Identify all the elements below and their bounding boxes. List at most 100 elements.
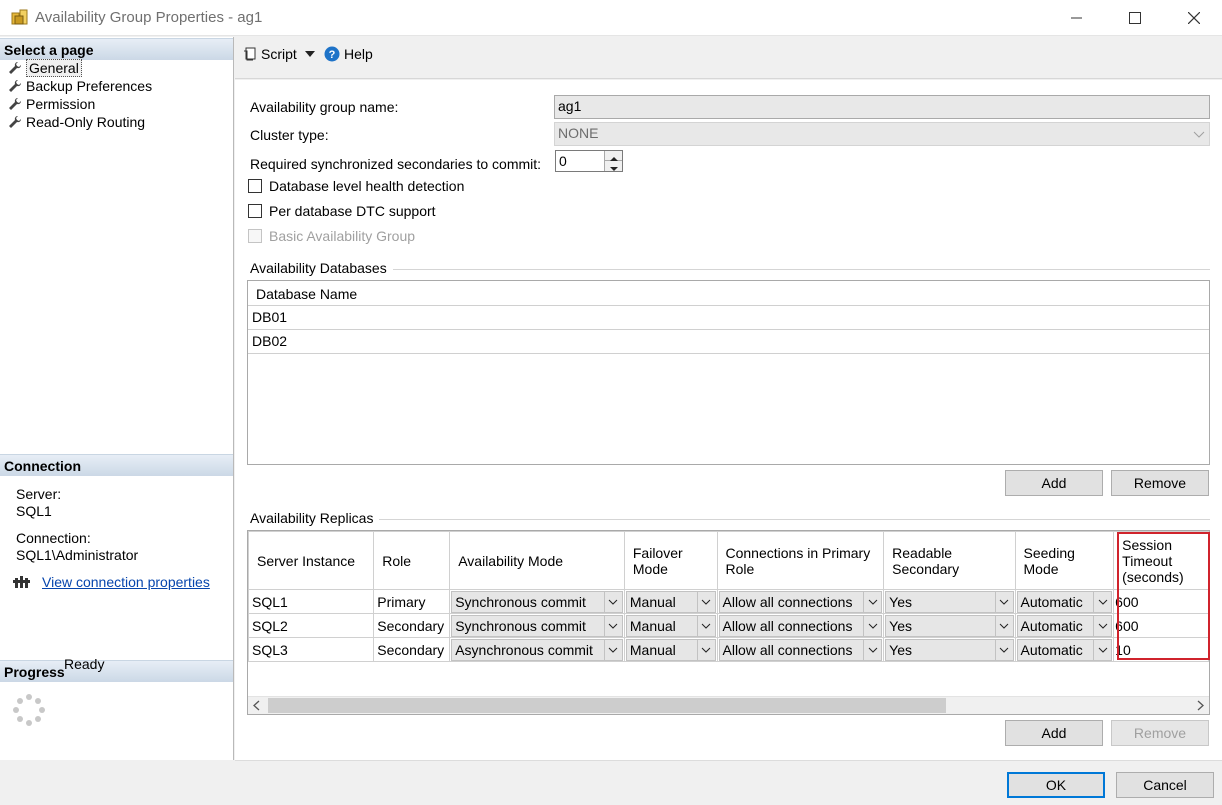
required-sync-value: 0 [559,153,567,169]
basic-ag-checkbox[interactable] [248,229,262,243]
add-replica-button[interactable]: Add [1005,720,1103,746]
server-value: SQL1 [16,503,52,519]
svg-text:?: ? [329,49,336,61]
db-health-checkbox[interactable] [248,179,262,193]
select-page-header: Select a page [0,38,233,60]
view-connection-properties-link[interactable]: View connection properties [42,574,210,590]
cell-readable-secondary[interactable]: Yes [883,637,1016,662]
cell-readable-secondary[interactable]: Yes [883,589,1016,614]
cell-failover-mode[interactable]: Manual [623,613,718,638]
cell-server: SQL1 [248,589,375,614]
page-item-backup-preferences[interactable]: Backup Preferences [8,77,152,95]
header-server-instance[interactable]: Server Instance [248,531,375,590]
app-icon [11,9,28,25]
scroll-left-icon [253,700,260,711]
database-row-db02[interactable]: DB02 [248,330,1209,354]
connection-header: Connection [0,454,233,476]
header-failover-mode[interactable]: Failover Mode [623,531,718,590]
help-button[interactable]: ? Help [324,45,373,63]
header-seeding-mode[interactable]: Seeding Mode [1014,531,1115,590]
cell-connections-primary[interactable]: Allow all connections [716,637,885,662]
cell-readable-secondary[interactable]: Yes [883,613,1016,638]
page-item-permission[interactable]: Permission [8,95,95,113]
scroll-right-icon [1197,700,1204,711]
cell-availability-mode[interactable]: Asynchronous commit [449,637,625,662]
cell-session-timeout[interactable]: 10 [1113,637,1209,662]
wrench-icon [9,97,22,110]
help-icon: ? [324,46,340,62]
header-role[interactable]: Role [373,531,451,590]
cell-failover-mode[interactable]: Manual [623,589,718,614]
cell-connections-primary[interactable]: Allow all connections [716,613,885,638]
database-row-db01[interactable]: DB01 [248,306,1209,330]
cell-session-timeout[interactable]: 600 [1113,589,1209,614]
dtc-label: Per database DTC support [269,203,436,219]
cell-role: Secondary [373,613,451,638]
failover-mode-value: Manual [629,617,676,634]
cell-seeding-mode[interactable]: Automatic [1014,613,1115,638]
chevron-down-icon [696,639,715,660]
script-button[interactable]: Script [243,45,315,63]
failover-mode-value: Manual [629,593,676,610]
cell-availability-mode[interactable]: Synchronous commit [449,613,625,638]
chevron-down-icon [994,591,1013,612]
chevron-down-icon [994,639,1013,660]
table-row[interactable]: SQL1 Primary Synchronous commit Manual A… [248,589,1209,614]
readable-secondary-value: Yes [889,593,912,610]
replicas-group-title: Availability Replicas [250,510,380,526]
remove-database-button[interactable]: Remove [1111,470,1209,496]
window-title: Availability Group Properties - ag1 [35,9,263,26]
seeding-mode-value: Automatic [1020,617,1083,634]
chevron-down-icon [1093,615,1112,636]
close-button[interactable] [1166,0,1222,36]
stepper-up-button[interactable] [604,151,622,161]
horizontal-scrollbar[interactable] [248,696,1209,714]
cell-seeding-mode[interactable]: Automatic [1014,589,1115,614]
cell-connections-primary[interactable]: Allow all connections [716,589,885,614]
toolbar: Script ? Help [235,37,1222,79]
dtc-checkbox[interactable] [248,204,262,218]
script-label: Script [261,46,297,62]
connection-value: SQL1\Administrator [16,547,139,563]
page-item-general[interactable]: General [8,59,82,77]
remove-replica-button[interactable]: Remove [1111,720,1209,746]
header-availability-mode[interactable]: Availability Mode [449,531,625,590]
cell-server: SQL3 [248,637,375,662]
maximize-button[interactable] [1107,0,1163,36]
connection-properties-icon [13,576,30,588]
help-label: Help [344,46,373,62]
replicas-grid: Server Instance Role Availability Mode F… [247,530,1210,715]
databases-group-line [250,269,1210,270]
add-database-button[interactable]: Add [1005,470,1103,496]
maximize-icon [1129,12,1141,24]
script-icon [244,47,256,61]
required-sync-stepper[interactable]: 0 [555,150,623,172]
header-readable-secondary[interactable]: Readable Secondary [883,531,1016,590]
minimize-button[interactable] [1049,0,1105,36]
cell-failover-mode[interactable]: Manual [623,637,718,662]
cell-availability-mode[interactable]: Synchronous commit [449,589,625,614]
stepper-down-button[interactable] [604,161,622,171]
cell-role: Secondary [373,637,451,662]
header-connections-primary[interactable]: Connections in Primary Role [716,531,885,590]
scrollbar-thumb[interactable] [268,698,946,713]
ok-button[interactable]: OK [1007,772,1105,798]
left-panel: Select a page General Backup Preferences… [0,37,234,760]
table-row[interactable]: SQL2 Secondary Synchronous commit Manual… [248,613,1209,638]
cell-session-timeout[interactable]: 600 [1113,613,1209,638]
header-session-timeout[interactable]: Session Timeout (seconds) [1113,531,1209,590]
cluster-type-select[interactable]: NONE [554,122,1210,146]
cancel-button[interactable]: Cancel [1116,772,1214,798]
db-health-label: Database level health detection [269,178,465,194]
required-sync-label: Required synchronized secondaries to com… [250,156,542,172]
table-row[interactable]: SQL3 Secondary Asynchronous commit Manua… [248,637,1209,662]
seeding-mode-value: Automatic [1020,641,1083,658]
ag-name-field[interactable]: ag1 [554,95,1210,119]
availability-mode-value: Asynchronous commit [455,641,593,658]
cell-seeding-mode[interactable]: Automatic [1014,637,1115,662]
database-name-header[interactable]: Database Name [248,281,1209,306]
availability-mode-value: Synchronous commit [455,593,586,610]
page-item-read-only-routing[interactable]: Read-Only Routing [8,113,145,131]
chevron-down-icon [994,615,1013,636]
chevron-down-icon [696,615,715,636]
